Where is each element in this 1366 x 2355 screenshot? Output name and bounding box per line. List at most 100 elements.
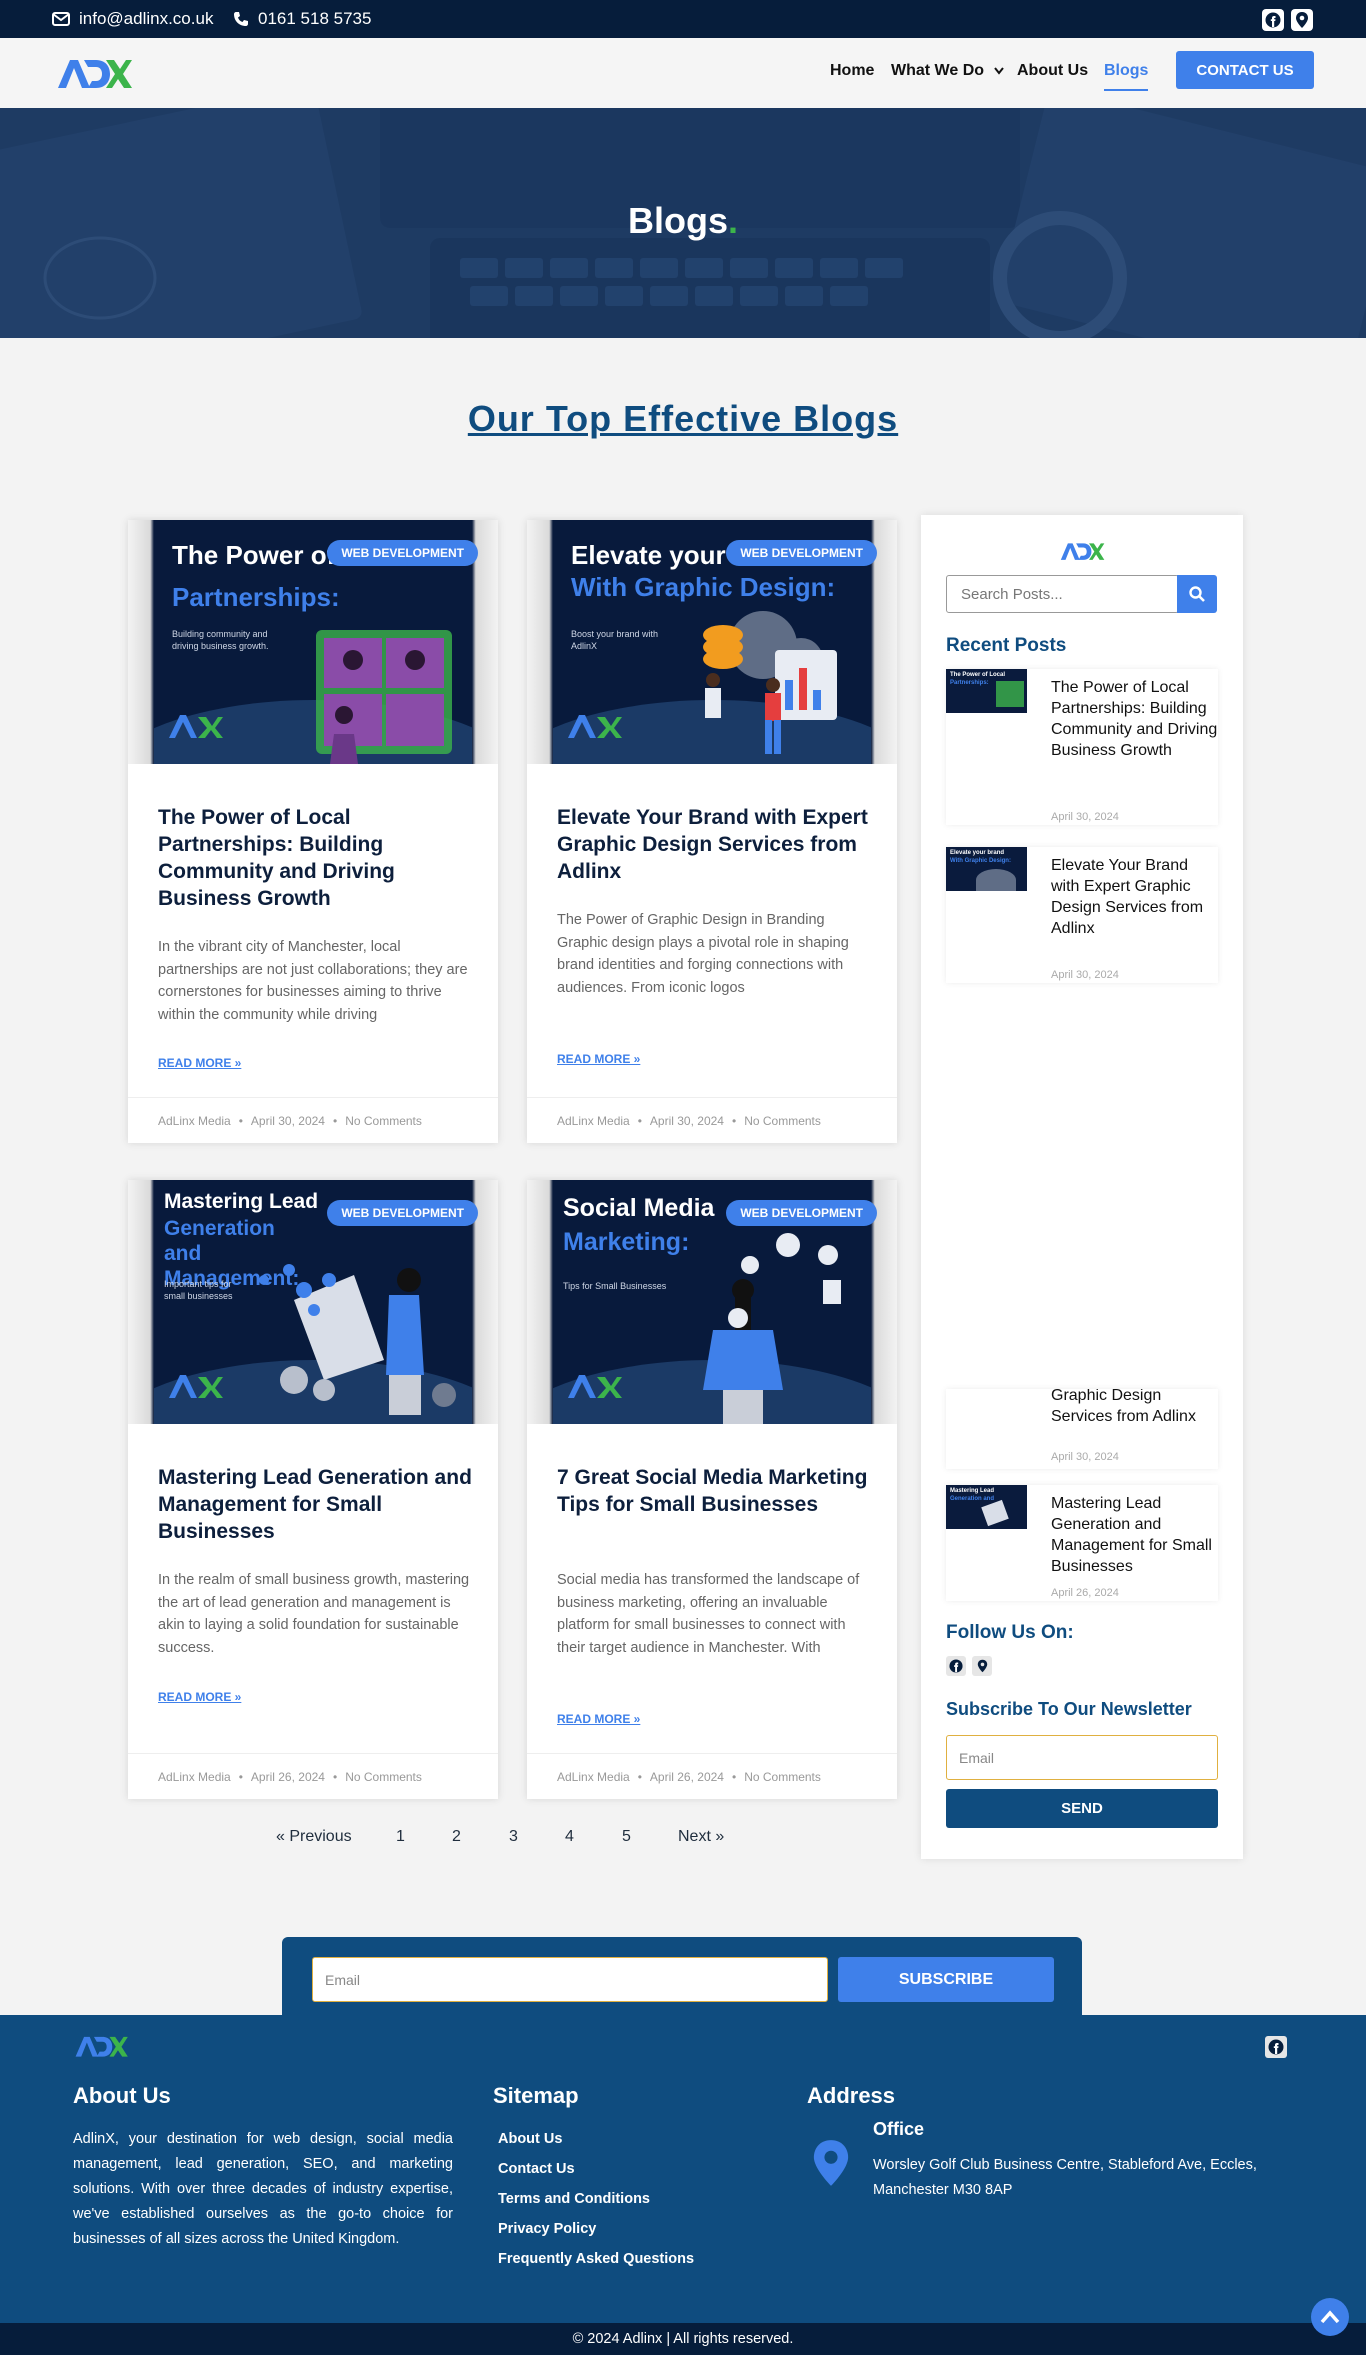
post-title[interactable]: Mastering Lead Generation and Management… [158,1464,478,1545]
nav-item-about-us[interactable]: About Us [1017,62,1088,80]
thumbnail-subheading: With Graphic Design: [950,858,1011,864]
recent-post-title[interactable]: Mastering Lead Generation and Management… [1051,1493,1218,1577]
search-button[interactable] [1177,575,1217,613]
recent-posts-heading: Recent Posts [946,635,1067,656]
recent-post-item[interactable]: Elevate your brand With Graphic Design: … [946,847,1218,983]
recent-post-title[interactable]: Graphic Design Services from Adlinx [1051,1389,1218,1427]
post-comments[interactable]: No Comments [345,1770,422,1784]
post-comments[interactable]: No Comments [744,1114,821,1128]
footer-sitemap-heading: Sitemap [493,2083,579,2108]
recent-post-date: April 30, 2024 [1051,811,1119,823]
copyright-bar: © 2024 Adlinx | All rights reserved. [0,2323,1366,2355]
footer-address-text: Worsley Golf Club Business Centre, Stabl… [873,2157,1257,2198]
site-logo[interactable] [56,56,132,90]
recent-post-date: April 30, 2024 [1051,969,1119,981]
search-input[interactable]: Search Posts... [946,575,1179,613]
read-more-link[interactable]: READ MORE » [557,1052,640,1066]
nav-item-what-we-do[interactable]: What We Do [891,62,1005,80]
category-badge[interactable]: WEB DEVELOPMENT [327,540,478,566]
pagination-page[interactable]: 1 [396,1828,428,1846]
subscribe-email-input[interactable]: Email [312,1957,828,2002]
footer-facebook-link[interactable] [1265,2036,1287,2058]
contact-phone[interactable]: 0161 518 5735 [233,9,371,29]
thumbnail-caption: Tips for Small Businesses [563,1281,667,1291]
pagination-page[interactable]: 5 [622,1828,654,1846]
meta-separator: • [238,1769,243,1784]
post-date: April 30, 2024 [250,1113,325,1128]
nav-item-blogs[interactable]: Blogs [1104,62,1149,91]
newsletter-send-button[interactable]: SEND [946,1789,1218,1828]
pagination-next[interactable]: Next » [678,1828,748,1846]
post-meta: AdLinx Media • April 26, 2024 • No Comment… [128,1753,498,1799]
post-title[interactable]: The Power of Local Partnerships: Buildin… [158,804,478,912]
blog-card-image[interactable]: The Power of Lo Partnerships: Building c… [128,520,498,764]
meta-separator: • [332,1113,338,1128]
read-more-link[interactable]: READ MORE » [158,1690,241,1704]
post-excerpt: In the vibrant city of Manchester, local… [158,939,468,1023]
recent-post-title[interactable]: Elevate Your Brand with Expert Graphic D… [1051,855,1218,939]
facebook-icon [1265,12,1281,28]
post-title[interactable]: Elevate Your Brand with Expert Graphic D… [557,804,877,885]
category-badge[interactable]: WEB DEVELOPMENT [726,1200,877,1226]
contact-us-button[interactable]: CONTACT US [1176,51,1314,89]
blog-card[interactable]: Social Media Marketing: Tips for Small B… [527,1180,897,1799]
footer-link-terms[interactable]: Terms and Conditions [498,2191,650,2207]
post-date: April 26, 2024 [649,1769,724,1784]
location-link[interactable] [1291,9,1313,31]
category-badge[interactable]: WEB DEVELOPMENT [327,1200,478,1226]
recent-post-item[interactable]: Graphic Design Services from Adlinx Apri… [946,1389,1218,1469]
subscribe-button[interactable]: SUBSCRIBE [838,1957,1054,2002]
nav-item-home[interactable]: Home [830,62,874,80]
footer-link-about-us[interactable]: About Us [498,2131,562,2147]
post-comments[interactable]: No Comments [345,1114,422,1128]
post-meta: AdLinx Media • April 30, 2024 • No Comment… [527,1097,897,1143]
read-more-link[interactable]: READ MORE » [158,1056,241,1070]
email-text: info@adlinx.co.uk [79,9,214,28]
blog-card[interactable]: The Power of Lo Partnerships: Building c… [128,520,498,1143]
recent-post-item[interactable]: Mastering Lead Generation and Mastering … [946,1485,1218,1601]
newsletter-heading: Subscribe To Our Newsletter [946,1699,1192,1719]
pagination-page[interactable]: 2 [452,1828,484,1846]
recent-post-title[interactable]: The Power of Local Partnerships: Buildin… [1051,677,1218,761]
location-pin-icon [977,1659,987,1673]
meta-separator: • [637,1113,642,1128]
post-title[interactable]: 7 Great Social Media Marketing Tips for … [557,1464,877,1518]
pagination-page[interactable]: 4 [565,1828,597,1846]
blog-card-image[interactable]: Elevate your bra With Graphic Design: Bo… [527,520,897,764]
recent-post-thumbnail: Mastering Lead Generation and [946,1485,1027,1529]
post-excerpt: Social media has transformed the landsca… [557,1572,860,1656]
newsletter-email-input[interactable]: Email [946,1735,1218,1780]
footer-link-faq[interactable]: Frequently Asked Questions [498,2251,694,2267]
recent-post-item[interactable]: The Power of Local Partnerships: The Pow… [946,669,1218,825]
facebook-icon [1268,2039,1284,2055]
blog-card[interactable]: Mastering Lead Generation and Management… [128,1180,498,1799]
pagination-previous[interactable]: « Previous [276,1828,373,1846]
footer-link-contact-us[interactable]: Contact Us [498,2161,575,2177]
thumbnail-caption: Important tips for small businesses [164,1279,233,1301]
pagination-page[interactable]: 3 [509,1828,541,1846]
category-badge[interactable]: WEB DEVELOPMENT [726,540,877,566]
sidebar-location-link[interactable] [972,1656,992,1676]
sidebar-facebook-link[interactable] [946,1656,966,1676]
facebook-link[interactable] [1262,9,1284,31]
post-meta: AdLinx Media • April 30, 2024 • No Comment… [128,1097,498,1143]
section-title: Our Top Effective Blogs [467,398,899,439]
post-comments[interactable]: No Comments [744,1770,821,1784]
phone-text: 0161 518 5735 [258,9,372,28]
meta-separator: • [332,1769,338,1784]
chevron-up-icon [1320,2310,1340,2324]
blog-card-image[interactable]: Mastering Lead Generation and Management… [128,1180,498,1424]
page-title-text: Blogs [627,200,728,241]
read-more-link[interactable]: READ MORE » [557,1712,640,1726]
footer-link-privacy[interactable]: Privacy Policy [498,2221,596,2237]
scroll-to-top-button[interactable] [1311,2298,1349,2336]
copyright-text: © 2024 Adlinx | All rights reserved. [572,2331,794,2347]
post-date: April 30, 2024 [649,1113,724,1128]
thumbnail-graphic [981,1499,1009,1527]
thumbnail-subheading: Marketing: [563,1228,690,1256]
blog-card-image[interactable]: Social Media Marketing: Tips for Small B… [527,1180,897,1424]
post-meta: AdLinx Media • April 26, 2024 • No Comment… [527,1753,897,1799]
blog-card[interactable]: Elevate your bra With Graphic Design: Bo… [527,520,897,1143]
contact-email[interactable]: info@adlinx.co.uk [52,9,213,29]
post-date: April 26, 2024 [250,1769,325,1784]
